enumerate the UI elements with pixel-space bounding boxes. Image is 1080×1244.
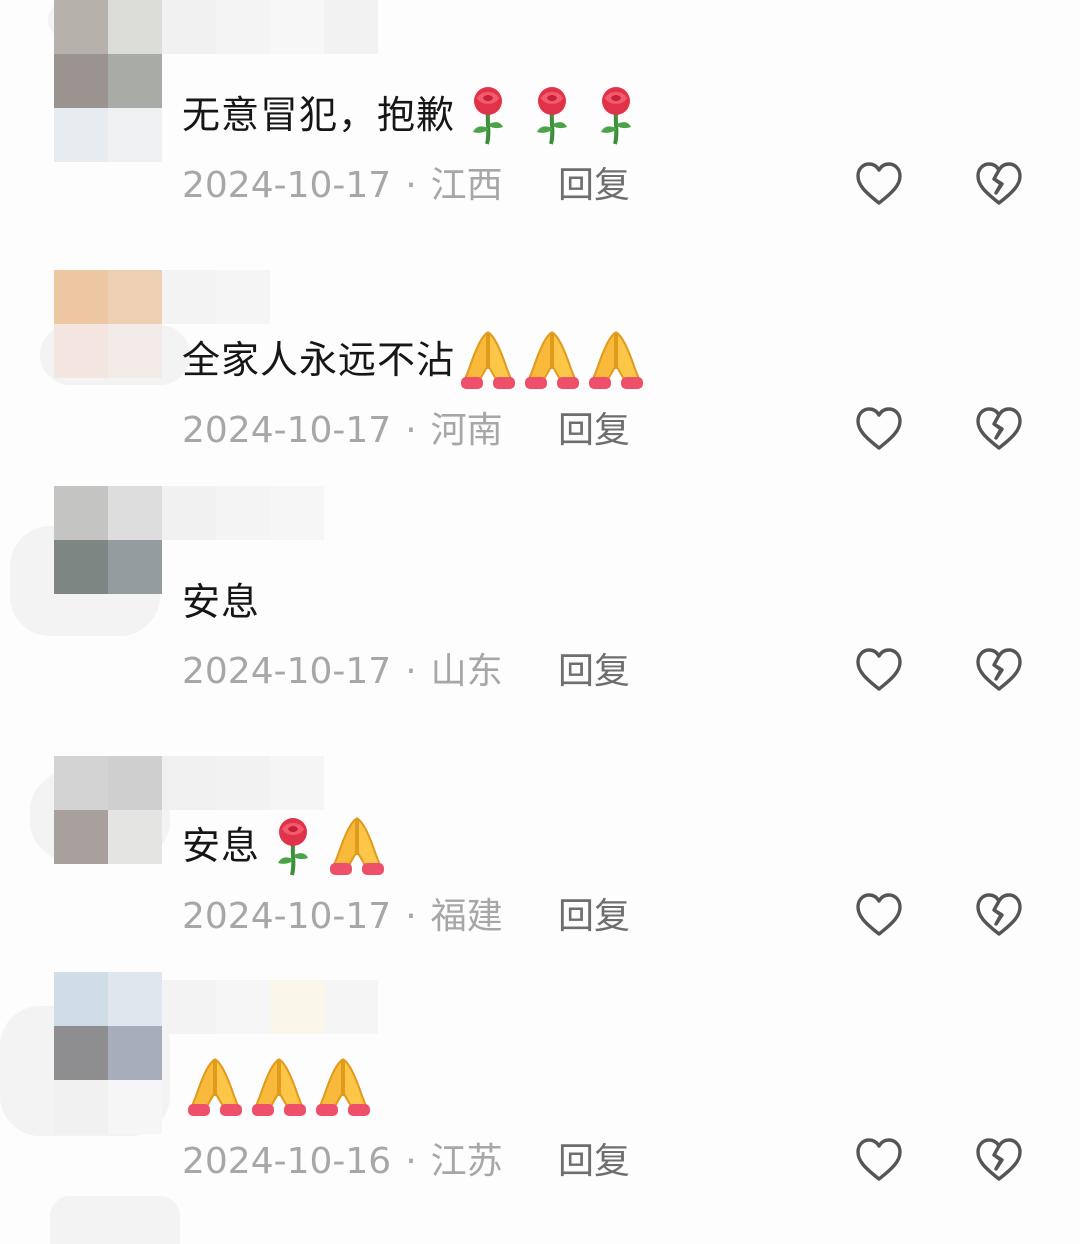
folded-hands-icon [457, 329, 519, 391]
comment-meta: 2024-10-17 · 河南 [182, 409, 503, 453]
comment-text: 安息 [182, 576, 260, 628]
comment-item: 2024-10-16 · 江苏 回复 [0, 972, 1080, 1216]
avatar-blur-lower [54, 1080, 162, 1134]
broken-heart-outline-icon[interactable] [973, 158, 1025, 210]
comment-meta: 2024-10-17 · 福建 [182, 895, 503, 939]
avatar[interactable] [54, 0, 162, 108]
folded-hands-icon [248, 1056, 310, 1118]
rose-icon [521, 84, 583, 146]
comment-meta: 2024-10-17 · 江西 [182, 164, 503, 208]
comment-meta: 2024-10-16 · 江苏 [182, 1140, 503, 1184]
comment-text [182, 1056, 374, 1118]
comment-location: 山东 [430, 651, 503, 692]
broken-heart-outline-icon[interactable] [973, 403, 1025, 455]
heart-outline-icon[interactable] [853, 1134, 905, 1186]
comment-list: 无意冒犯，抱歉 2024-10-17 · 江西 回复 全家人永远不沾 2024-… [0, 0, 1080, 1244]
comment-date: 2024-10-17 [182, 165, 392, 206]
comment-item: 安息 2024-10-17 · 山东 回复 [0, 486, 1080, 726]
next-comment-avatar-partial [50, 1196, 180, 1244]
comment-date: 2024-10-17 [182, 410, 392, 451]
username-blurred[interactable] [162, 486, 324, 540]
reply-button[interactable]: 回复 [558, 1140, 630, 1184]
comment-item: 全家人永远不沾 2024-10-17 · 河南 回复 [0, 245, 1080, 485]
username-blurred[interactable] [162, 980, 378, 1034]
heart-outline-icon[interactable] [853, 889, 905, 941]
folded-hands-icon [326, 815, 388, 877]
rose-icon [457, 84, 519, 146]
reply-button[interactable]: 回复 [558, 164, 630, 208]
comment-item: 无意冒犯，抱歉 2024-10-17 · 江西 回复 [0, 0, 1080, 240]
meta-separator: · [405, 896, 417, 937]
meta-separator: · [405, 410, 417, 451]
meta-separator: · [405, 165, 417, 206]
reply-button[interactable]: 回复 [558, 895, 630, 939]
reply-button[interactable]: 回复 [558, 409, 630, 453]
comment-date: 2024-10-16 [182, 1141, 392, 1182]
folded-hands-icon [312, 1056, 374, 1118]
comment-location: 江苏 [430, 1141, 503, 1182]
comment-text: 无意冒犯，抱歉 [182, 84, 647, 146]
comment-date: 2024-10-17 [182, 896, 392, 937]
username-blurred[interactable] [162, 270, 270, 324]
heart-outline-icon[interactable] [853, 644, 905, 696]
comment-item: 安息 2024-10-17 · 福建 回复 [0, 731, 1080, 971]
avatar[interactable] [54, 972, 162, 1080]
avatar[interactable] [54, 486, 162, 594]
reply-button[interactable]: 回复 [558, 650, 630, 694]
avatar-blur-lower [54, 108, 162, 162]
username-blurred[interactable] [162, 756, 324, 810]
heart-outline-icon[interactable] [853, 403, 905, 455]
avatar[interactable] [54, 756, 162, 864]
comment-text: 全家人永远不沾 [182, 329, 647, 391]
folded-hands-icon [184, 1056, 246, 1118]
comment-date: 2024-10-17 [182, 651, 392, 692]
broken-heart-outline-icon[interactable] [973, 1134, 1025, 1186]
folded-hands-icon [585, 329, 647, 391]
comment-body: 无意冒犯，抱歉 [182, 93, 456, 137]
heart-outline-icon[interactable] [853, 158, 905, 210]
broken-heart-outline-icon[interactable] [973, 889, 1025, 941]
username-blurred[interactable] [162, 0, 378, 54]
comment-location: 福建 [430, 896, 503, 937]
avatar[interactable] [54, 270, 162, 378]
broken-heart-outline-icon[interactable] [973, 644, 1025, 696]
rose-icon [262, 815, 324, 877]
comment-body: 安息 [182, 580, 261, 624]
meta-separator: · [405, 1141, 417, 1182]
meta-separator: · [405, 651, 417, 692]
comment-location: 河南 [430, 410, 503, 451]
folded-hands-icon [521, 329, 583, 391]
comment-meta: 2024-10-17 · 山东 [182, 650, 503, 694]
comment-body: 安息 [182, 824, 261, 868]
comment-text: 安息 [182, 815, 388, 877]
rose-icon [585, 84, 647, 146]
comment-location: 江西 [430, 165, 503, 206]
comment-body: 全家人永远不沾 [182, 338, 456, 382]
